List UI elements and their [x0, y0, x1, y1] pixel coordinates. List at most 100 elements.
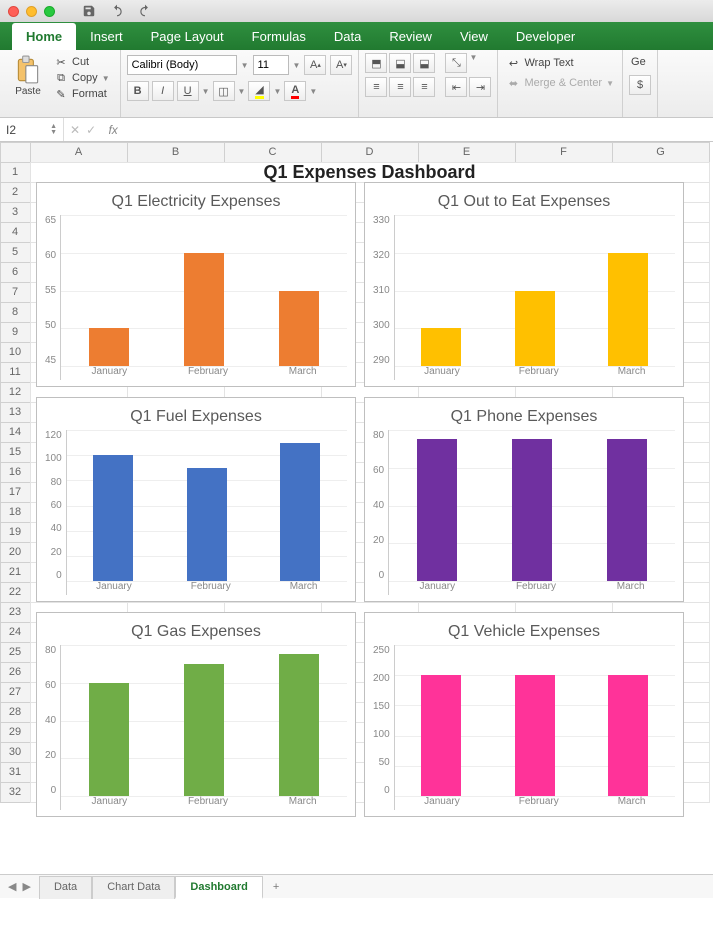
chart[interactable]: Q1 Gas Expenses806040200JanuaryFebruaryM…: [36, 612, 356, 817]
italic-button[interactable]: I: [152, 81, 174, 101]
chart[interactable]: Q1 Vehicle Expenses250200150100500Januar…: [364, 612, 684, 817]
ribbon-tab-formulas[interactable]: Formulas: [238, 23, 320, 50]
row-header[interactable]: 21: [0, 562, 31, 583]
chart[interactable]: Q1 Phone Expenses806040200JanuaryFebruar…: [364, 397, 684, 602]
increase-indent-button[interactable]: ⇥: [469, 77, 491, 97]
select-all-corner[interactable]: [0, 142, 31, 163]
chart[interactable]: Q1 Electricity Expenses6560555045January…: [36, 182, 356, 387]
align-top-button[interactable]: ⬒: [365, 53, 387, 73]
column-header[interactable]: G: [612, 142, 710, 163]
currency-button[interactable]: $: [629, 75, 651, 95]
row-header[interactable]: 14: [0, 422, 31, 443]
align-bottom-button[interactable]: ⬓: [413, 53, 435, 73]
row-header[interactable]: 29: [0, 722, 31, 743]
align-left-button[interactable]: ≡: [365, 77, 387, 97]
sheet-tab-dashboard[interactable]: Dashboard: [175, 876, 262, 899]
underline-button[interactable]: U: [177, 81, 199, 101]
row-header[interactable]: 31: [0, 762, 31, 783]
decrease-font-button[interactable]: A▾: [330, 55, 352, 75]
number-format-select[interactable]: Ge: [629, 53, 651, 71]
wrap-text-button[interactable]: ↩ Wrap Text: [504, 53, 616, 73]
merge-center-button[interactable]: ⬌ Merge & Center ▼: [504, 73, 616, 93]
row-header[interactable]: 12: [0, 382, 31, 403]
ribbon-tab-review[interactable]: Review: [375, 23, 446, 50]
save-icon[interactable]: [82, 4, 96, 18]
copy-button[interactable]: ⧉Copy▼: [54, 71, 110, 85]
tab-scroll-left-icon[interactable]: ◀: [8, 880, 16, 893]
formula-input[interactable]: [124, 123, 713, 137]
row-header[interactable]: 32: [0, 782, 31, 803]
row-header[interactable]: 22: [0, 582, 31, 603]
row-header[interactable]: 10: [0, 342, 31, 363]
row-header[interactable]: 15: [0, 442, 31, 463]
close-window-icon[interactable]: [8, 6, 19, 17]
row-header[interactable]: 2: [0, 182, 31, 203]
ribbon-tab-developer[interactable]: Developer: [502, 23, 589, 50]
chart[interactable]: Q1 Fuel Expenses120100806040200JanuaryFe…: [36, 397, 356, 602]
fx-button[interactable]: fx: [102, 123, 124, 137]
chart[interactable]: Q1 Out to Eat Expenses330320310300290Jan…: [364, 182, 684, 387]
redo-icon[interactable]: [138, 4, 152, 18]
row-header[interactable]: 26: [0, 662, 31, 683]
row-header[interactable]: 13: [0, 402, 31, 423]
cancel-formula-icon[interactable]: ✕: [70, 123, 80, 137]
border-button[interactable]: ◫: [213, 81, 235, 101]
font-color-button[interactable]: A: [284, 81, 306, 101]
column-header[interactable]: F: [515, 142, 613, 163]
row-header[interactable]: 9: [0, 322, 31, 343]
enter-formula-icon[interactable]: ✓: [86, 123, 96, 137]
orientation-button[interactable]: ⤡: [445, 53, 467, 73]
ribbon-tab-home[interactable]: Home: [12, 23, 76, 50]
ribbon-tab-insert[interactable]: Insert: [76, 23, 137, 50]
fill-color-button[interactable]: ◢: [248, 81, 270, 101]
column-header[interactable]: D: [321, 142, 419, 163]
ribbon-tab-data[interactable]: Data: [320, 23, 375, 50]
column-header[interactable]: B: [127, 142, 225, 163]
undo-icon[interactable]: [110, 4, 124, 18]
align-middle-button[interactable]: ⬓: [389, 53, 411, 73]
zoom-window-icon[interactable]: [44, 6, 55, 17]
paste-button[interactable]: Paste: [6, 53, 50, 114]
row-header[interactable]: 25: [0, 642, 31, 663]
row-header[interactable]: 4: [0, 222, 31, 243]
font-size-select[interactable]: [253, 55, 289, 75]
sheet-tab-chart-data[interactable]: Chart Data: [92, 876, 175, 899]
row-header[interactable]: 17: [0, 482, 31, 503]
row-header[interactable]: 20: [0, 542, 31, 563]
row-header[interactable]: 28: [0, 702, 31, 723]
row-header[interactable]: 6: [0, 262, 31, 283]
row-header[interactable]: 19: [0, 522, 31, 543]
row-header[interactable]: 27: [0, 682, 31, 703]
row-header[interactable]: 1: [0, 162, 31, 183]
sheet-tab-data[interactable]: Data: [39, 876, 92, 899]
add-sheet-button[interactable]: +: [263, 877, 289, 897]
format-painter-button[interactable]: ✎Format: [54, 87, 110, 101]
column-header[interactable]: E: [418, 142, 516, 163]
cut-button[interactable]: ✂Cut: [54, 55, 110, 69]
bold-button[interactable]: B: [127, 81, 149, 101]
name-box-stepper-icon[interactable]: ▲▼: [50, 124, 57, 136]
align-center-button[interactable]: ≡: [389, 77, 411, 97]
tab-scroll-right-icon[interactable]: ▶: [22, 880, 30, 893]
name-box[interactable]: I2 ▲▼: [0, 118, 64, 141]
column-header[interactable]: A: [30, 142, 128, 163]
increase-font-button[interactable]: A▴: [304, 55, 326, 75]
ribbon-tab-page-layout[interactable]: Page Layout: [137, 23, 238, 50]
row-header[interactable]: 23: [0, 602, 31, 623]
align-right-button[interactable]: ≡: [413, 77, 435, 97]
decrease-indent-button[interactable]: ⇤: [445, 77, 467, 97]
minimize-window-icon[interactable]: [26, 6, 37, 17]
spreadsheet-grid[interactable]: ABCDEFGQ1 Expenses Dashboard Q1 Electric…: [0, 142, 713, 874]
row-header[interactable]: 24: [0, 622, 31, 643]
row-header[interactable]: 5: [0, 242, 31, 263]
font-name-select[interactable]: [127, 55, 237, 75]
row-header[interactable]: 16: [0, 462, 31, 483]
row-header[interactable]: 3: [0, 202, 31, 223]
column-header[interactable]: C: [224, 142, 322, 163]
row-header[interactable]: 11: [0, 362, 31, 383]
row-header[interactable]: 7: [0, 282, 31, 303]
row-header[interactable]: 8: [0, 302, 31, 323]
ribbon-tab-view[interactable]: View: [446, 23, 502, 50]
row-header[interactable]: 30: [0, 742, 31, 763]
row-header[interactable]: 18: [0, 502, 31, 523]
